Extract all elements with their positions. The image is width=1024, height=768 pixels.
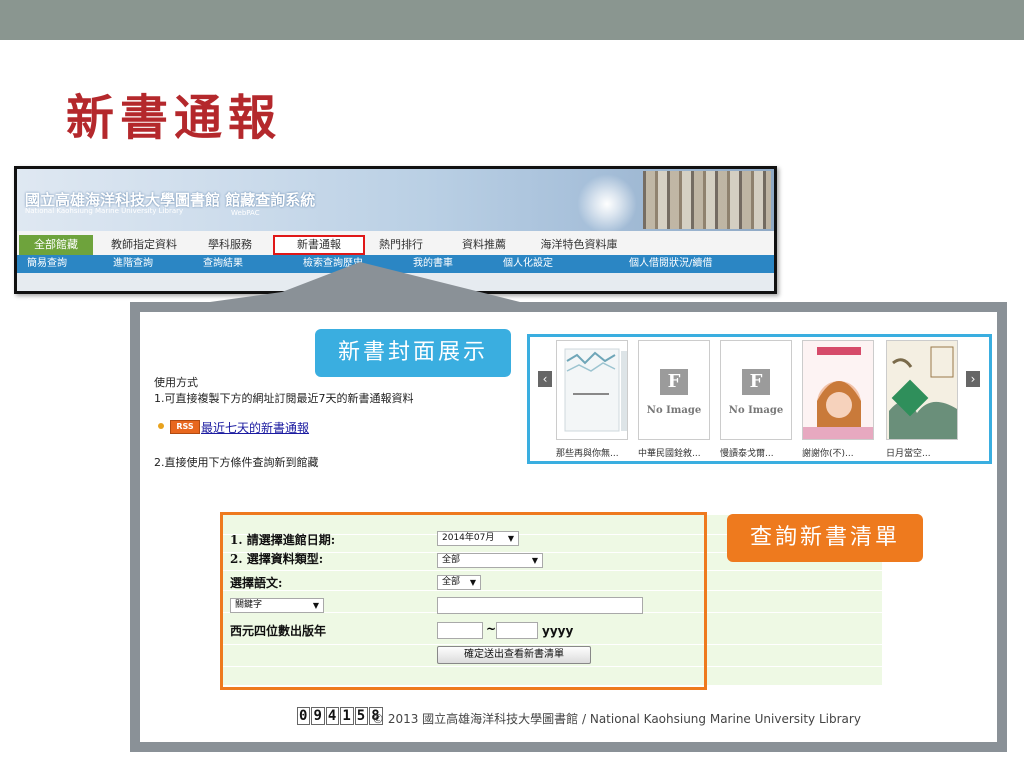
subnav-search-history[interactable]: 檢索查詢歷史 bbox=[303, 255, 363, 273]
book-cover-2[interactable]: F No Image bbox=[638, 340, 710, 440]
usage-step-2: 2.直接使用下方條件查詢新到館藏 bbox=[154, 456, 319, 469]
no-image-text: No Image bbox=[728, 405, 784, 416]
subnav-loan-status[interactable]: 個人借閱狀況/續借 bbox=[629, 255, 712, 273]
tab-subject-services[interactable]: 學科服務 bbox=[195, 235, 265, 255]
book-title-5[interactable]: 日月當空... bbox=[886, 446, 956, 459]
tab-marine-database[interactable]: 海洋特色資料庫 bbox=[529, 235, 629, 255]
counter-digit: 1 bbox=[340, 707, 354, 725]
footer-copyright: © 2013 國立高雄海洋科技大學圖書館 / National Kaohsiun… bbox=[372, 712, 861, 726]
slide-title: 新書通報 bbox=[66, 90, 283, 146]
library-subtitle: National Kaohsiung Marine University Lib… bbox=[25, 207, 184, 215]
visitor-counter: 094158 bbox=[297, 707, 384, 725]
subnav-search-results[interactable]: 查詢結果 bbox=[203, 255, 243, 273]
query-form-highlight bbox=[220, 512, 707, 690]
book-cover-4[interactable] bbox=[802, 340, 874, 440]
no-image-icon: F bbox=[660, 369, 688, 395]
book-title-4[interactable]: 謝謝你(不)... bbox=[802, 446, 882, 459]
cover-display-callout: 新書封面展示 bbox=[315, 329, 511, 377]
usage-step-1: 1.可直接複製下方的網址訂閱最近7天的新書通報資料 bbox=[154, 392, 414, 405]
book-title-1[interactable]: 那些再與你無... bbox=[556, 446, 636, 459]
tab-all-collections[interactable]: 全部館藏 bbox=[19, 235, 93, 255]
bullet-icon bbox=[158, 423, 164, 429]
webpac-label: WebPAC bbox=[231, 209, 260, 217]
subnav-simple-search[interactable]: 簡易查詢 bbox=[27, 255, 67, 273]
book-cover-5[interactable] bbox=[886, 340, 958, 440]
carousel-prev-button[interactable]: ‹ bbox=[538, 371, 552, 387]
bookshelf-image bbox=[643, 171, 771, 229]
book-cover-1[interactable] bbox=[556, 340, 628, 440]
book-cover-4-image bbox=[803, 341, 873, 439]
subnav-my-cart[interactable]: 我的書車 bbox=[413, 255, 453, 273]
book-title-2[interactable]: 中華民國銓敘... bbox=[638, 446, 718, 459]
counter-digit: 4 bbox=[325, 707, 340, 725]
counter-digit: 0 bbox=[297, 707, 311, 725]
tab-new-books[interactable]: 新書通報 bbox=[273, 235, 365, 255]
subnav-advanced-search[interactable]: 進階查詢 bbox=[113, 255, 153, 273]
usage-heading: 使用方式 bbox=[154, 376, 198, 389]
counter-digit: 9 bbox=[311, 707, 325, 725]
tab-top-charts[interactable]: 熱門排行 bbox=[369, 235, 433, 255]
header-bottom-strip bbox=[17, 273, 774, 291]
subnav-personal-settings[interactable]: 個人化設定 bbox=[503, 255, 553, 273]
book-title-3[interactable]: 慢讀泰戈爾... bbox=[720, 446, 800, 459]
counter-digit: 5 bbox=[354, 707, 369, 725]
book-cover-3[interactable]: F No Image bbox=[720, 340, 792, 440]
banner-glow bbox=[577, 174, 637, 234]
book-cover-1-image bbox=[564, 348, 627, 432]
book-cover-5-image bbox=[887, 341, 957, 439]
tab-recommendations[interactable]: 資料推薦 bbox=[449, 235, 519, 255]
library-header-screenshot: 國立高雄海洋科技大學圖書館 館藏查詢系統 National Kaohsiung … bbox=[14, 166, 777, 294]
rss-new-books-link[interactable]: 最近七天的新書通報 bbox=[201, 419, 309, 436]
carousel-next-button[interactable]: › bbox=[966, 371, 980, 387]
slide-top-band bbox=[0, 0, 1024, 40]
rss-icon[interactable]: RSS bbox=[170, 420, 200, 434]
query-list-callout: 查詢新書清單 bbox=[727, 514, 923, 562]
no-image-text: No Image bbox=[646, 405, 702, 416]
tab-course-reserves[interactable]: 教師指定資料 bbox=[101, 235, 187, 255]
no-image-icon: F bbox=[742, 369, 770, 395]
